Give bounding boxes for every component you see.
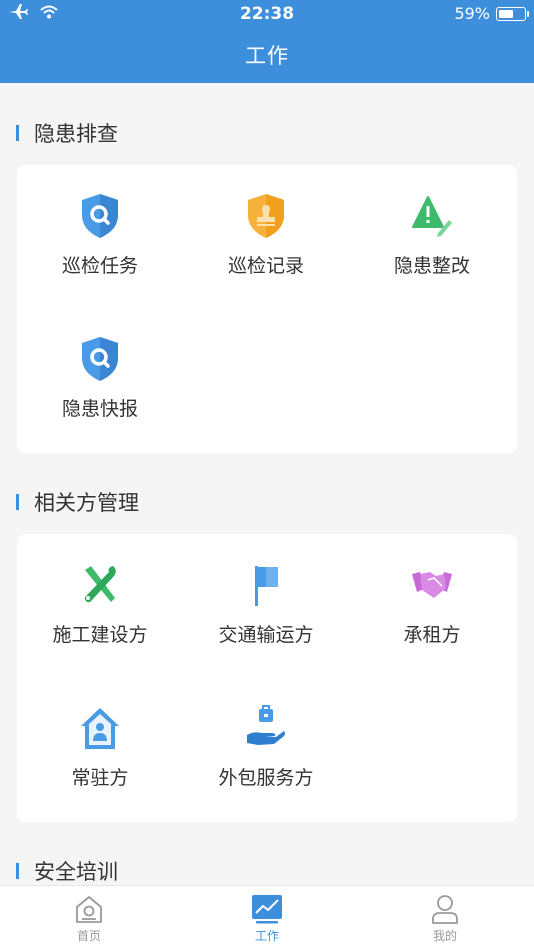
transport-party-button[interactable]: 交通输运方 xyxy=(183,534,349,646)
item-label: 常驻方 xyxy=(71,767,129,789)
tab-mine[interactable]: 我的 xyxy=(356,886,534,950)
shield-stamp-icon xyxy=(248,194,284,238)
battery-percent: 59% xyxy=(454,4,490,23)
hazard-rectify-button[interactable]: 隐患整改 xyxy=(349,165,515,277)
item-label: 外包服务方 xyxy=(218,767,314,789)
home-icon xyxy=(76,896,102,923)
warning-edit-icon xyxy=(412,196,452,237)
section-title-training: 安全培训 xyxy=(16,856,118,885)
work-content[interactable]: 隐患排查 巡检任务 巡检记录 隐患整改 隐患快报 相关方管理 施工建设方 交通输… xyxy=(0,83,534,885)
section-marker xyxy=(16,494,19,510)
hand-briefcase-icon xyxy=(247,705,285,745)
section-title-text: 隐患排查 xyxy=(34,122,118,146)
tools-icon xyxy=(84,566,116,603)
hazard-card: 巡检任务 巡检记录 隐患整改 隐患快报 xyxy=(17,165,517,453)
item-label: 隐患快报 xyxy=(61,398,138,420)
section-title-text: 相关方管理 xyxy=(34,491,139,515)
header: 22:38 59% 工作 xyxy=(0,0,534,83)
item-label: 巡检记录 xyxy=(227,255,304,277)
hazard-report-button[interactable]: 隐患快报 xyxy=(17,308,183,420)
section-title-text: 安全培训 xyxy=(34,860,118,884)
house-user-icon xyxy=(81,708,119,749)
item-label: 交通输运方 xyxy=(218,624,314,646)
outsourcing-party-button[interactable]: 外包服务方 xyxy=(183,677,349,789)
section-title-related: 相关方管理 xyxy=(16,487,139,517)
shield-search-icon xyxy=(82,337,118,381)
flag-icon xyxy=(255,566,278,606)
tab-bar: 首页 工作 我的 xyxy=(0,885,534,950)
patrol-record-button[interactable]: 巡检记录 xyxy=(183,165,349,277)
tab-work[interactable]: 工作 xyxy=(178,886,356,950)
chart-icon xyxy=(252,895,282,924)
battery-icon xyxy=(496,6,529,21)
handshake-icon xyxy=(412,572,452,598)
page-title: 工作 xyxy=(245,44,289,68)
user-icon xyxy=(432,895,458,924)
section-marker xyxy=(16,863,19,879)
section-title-hazard: 隐患排查 xyxy=(16,118,118,148)
tenant-party-button[interactable]: 承租方 xyxy=(349,534,515,646)
shield-search-icon xyxy=(82,194,118,238)
section-marker xyxy=(16,125,19,141)
tab-label: 工作 xyxy=(254,929,279,943)
tab-label: 首页 xyxy=(76,929,101,943)
patrol-task-button[interactable]: 巡检任务 xyxy=(17,165,183,277)
item-label: 施工建设方 xyxy=(52,624,148,646)
tab-home[interactable]: 首页 xyxy=(0,886,178,950)
item-label: 巡检任务 xyxy=(61,255,138,277)
item-label: 承租方 xyxy=(403,624,461,646)
construction-party-button[interactable]: 施工建设方 xyxy=(17,534,183,646)
resident-party-button[interactable]: 常驻方 xyxy=(17,677,183,789)
related-parties-card: 施工建设方 交通输运方 承租方 常驻方 外包服务方 xyxy=(17,534,517,822)
tab-label: 我的 xyxy=(432,929,457,943)
status-bar: 22:38 59% xyxy=(0,0,534,28)
item-label: 隐患整改 xyxy=(393,255,470,277)
